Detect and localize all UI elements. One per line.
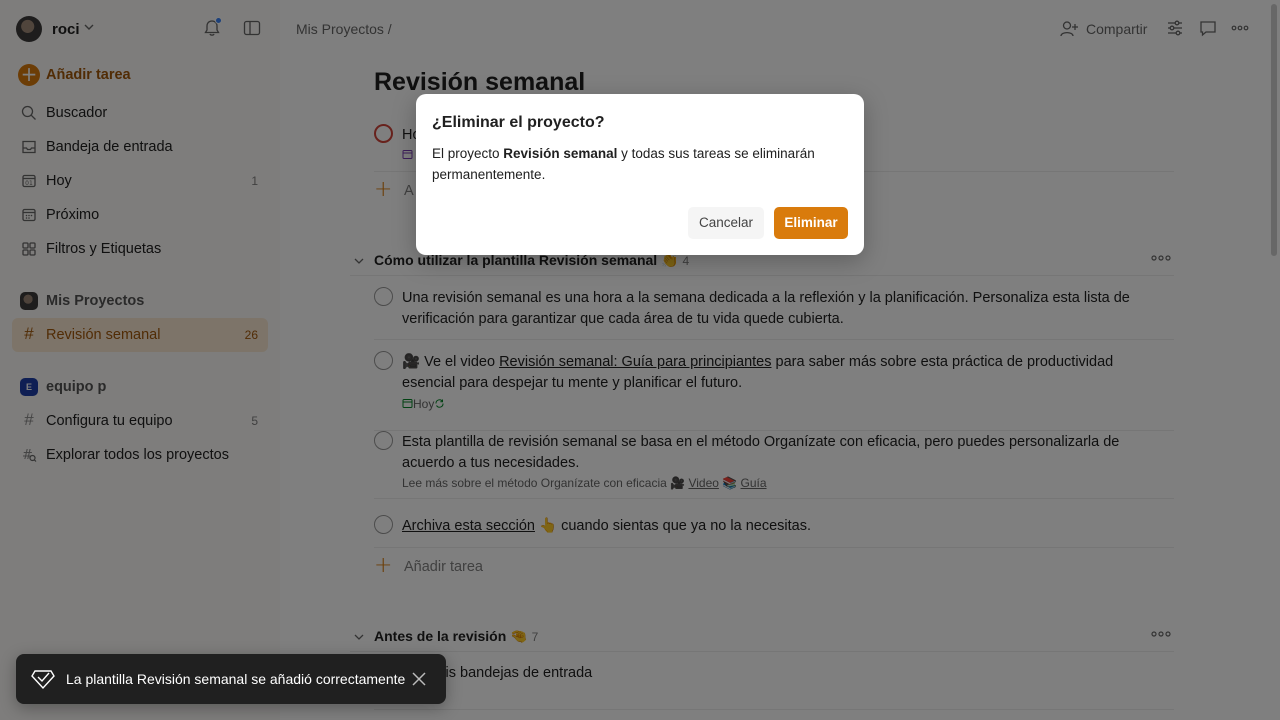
close-icon[interactable] (410, 670, 428, 688)
dialog-body: El proyecto Revisión semanal y todas sus… (432, 143, 842, 185)
delete-project-dialog: ¿Eliminar el proyecto? El proyecto Revis… (416, 94, 864, 255)
cancel-button[interactable]: Cancelar (688, 207, 764, 239)
toast-message: La plantilla Revisión semanal se añadió … (66, 671, 406, 687)
diamond-check-icon (31, 670, 55, 690)
delete-button[interactable]: Eliminar (774, 207, 848, 239)
dialog-project-name: Revisión semanal (503, 146, 618, 161)
dialog-title: ¿Eliminar el proyecto? (432, 114, 605, 131)
success-toast: La plantilla Revisión semanal se añadió … (16, 654, 446, 704)
dialog-body-prefix: El proyecto (432, 146, 504, 161)
